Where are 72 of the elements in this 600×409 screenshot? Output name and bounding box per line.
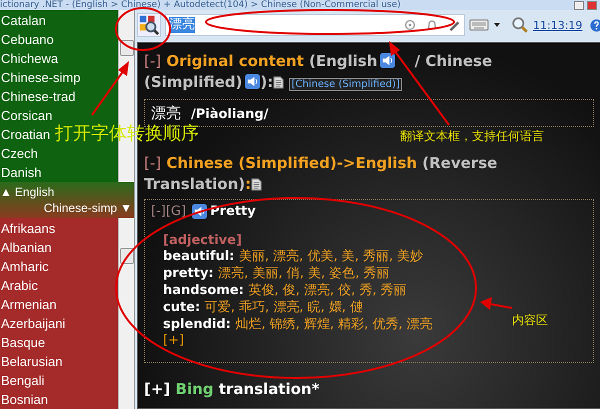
language-item[interactable]: Basque bbox=[0, 333, 46, 352]
part-of-speech: [adjective] bbox=[163, 233, 243, 248]
up-arrow-icon[interactable]: ▲ bbox=[0, 184, 12, 200]
language-item[interactable]: Chinese-simp bbox=[0, 68, 80, 87]
dropdown-caret-icon[interactable] bbox=[493, 21, 501, 29]
language-name: / Chinese bbox=[414, 52, 492, 70]
search-icon[interactable] bbox=[511, 16, 529, 34]
help-icon[interactable] bbox=[590, 18, 600, 32]
term: beautiful: bbox=[163, 249, 234, 264]
punctuation: : bbox=[245, 175, 252, 193]
term: handsome: bbox=[163, 283, 244, 298]
language-name: (Simplified) bbox=[144, 73, 242, 91]
arrow bbox=[480, 297, 512, 310]
language-item[interactable]: Arabic bbox=[0, 276, 38, 295]
language-item[interactable]: Corsican bbox=[0, 106, 52, 125]
language-item[interactable]: Croatian bbox=[0, 125, 50, 144]
speaker-icon[interactable] bbox=[380, 53, 396, 68]
language-item[interactable]: Belarusian bbox=[0, 352, 62, 371]
language-item[interactable]: Chinese-trad bbox=[0, 87, 76, 106]
toggle-link[interactable]: [-] bbox=[144, 52, 162, 70]
section-title: translation* bbox=[218, 380, 320, 398]
keyboard-icon[interactable] bbox=[469, 18, 489, 32]
expand-link[interactable]: [+] bbox=[163, 333, 588, 348]
section-note: (Reverse bbox=[422, 154, 498, 172]
translations: 灿烂, 锦绣, 辉煌, 精彩, 优秀, 漂亮 bbox=[235, 317, 433, 332]
language-item[interactable]: Bengali bbox=[0, 371, 44, 390]
term: cute: bbox=[163, 300, 200, 315]
language-item[interactable]: Bosnian bbox=[0, 390, 48, 409]
target-language: Chinese-simp bbox=[44, 200, 118, 216]
language-item[interactable]: Afrikaans bbox=[0, 219, 56, 238]
term: splendid: bbox=[163, 317, 231, 332]
close-icon[interactable] bbox=[587, 0, 597, 10]
source-language: English bbox=[14, 184, 54, 200]
language-item[interactable]: Catalan bbox=[0, 11, 46, 30]
document-icon[interactable] bbox=[251, 178, 262, 191]
section-title: Original content bbox=[166, 52, 304, 70]
clock-time[interactable]: 11:13:19 bbox=[533, 18, 582, 32]
language-link[interactable]: [Chinese (Simplified)] bbox=[289, 78, 402, 91]
toggle-link[interactable]: [-][G] bbox=[151, 204, 186, 219]
annotation-text: 内容区 bbox=[512, 313, 548, 327]
arrow bbox=[91, 61, 129, 116]
section-note: Translation) bbox=[144, 175, 246, 193]
translations: 可爱, 乖巧, 漂亮, 睆, 嬛, 僆 bbox=[204, 300, 364, 315]
annotation-text: 翻译文本框，支持任何语言 bbox=[400, 129, 544, 143]
toggle-link[interactable]: [+] bbox=[144, 380, 170, 398]
pinyin: /Piàoliang/ bbox=[191, 107, 268, 122]
language-item[interactable]: Armenian bbox=[0, 295, 57, 314]
translations: 漂亮, 美丽, 俏, 美, 姿色, 秀丽 bbox=[218, 266, 390, 281]
magnifier-icon[interactable] bbox=[137, 13, 161, 37]
language-item[interactable]: Amharic bbox=[0, 257, 49, 276]
language-item[interactable]: Albanian bbox=[0, 238, 52, 257]
speaker-icon[interactable] bbox=[245, 74, 260, 89]
translations: 英俊, 俊, 漂亮, 佼, 秀, 秀丽 bbox=[248, 283, 407, 298]
term: pretty: bbox=[163, 266, 214, 281]
section-title: Bing bbox=[176, 380, 214, 398]
toggle-link[interactable]: [-] bbox=[144, 154, 162, 172]
language-item[interactable]: Czech bbox=[0, 144, 38, 163]
document-icon[interactable] bbox=[273, 76, 284, 89]
punctuation: ): bbox=[260, 73, 274, 91]
language-item[interactable]: Chichewa bbox=[0, 49, 58, 68]
translations: 美丽, 漂亮, 优美, 美, 秀丽, 美妙 bbox=[238, 249, 424, 264]
headword: Pretty bbox=[210, 204, 256, 219]
section-title: Chinese (Simplified)->English bbox=[166, 154, 418, 172]
scrollbar[interactable] bbox=[118, 218, 134, 409]
source-word: 漂亮 bbox=[151, 104, 181, 122]
highlight-ellipse bbox=[115, 7, 171, 51]
down-arrow-icon[interactable]: ▼ bbox=[120, 200, 132, 216]
language-item[interactable]: Cebuano bbox=[0, 30, 54, 49]
language-item[interactable]: Azerbaijani bbox=[0, 314, 66, 333]
language-item[interactable]: Danish bbox=[0, 163, 42, 182]
language-name: (English bbox=[309, 52, 378, 70]
window-title: ictionary .NET - (English > Chinese) + Autodetect(104) > Chinese (Non-Commercial use) bbox=[0, 0, 402, 10]
